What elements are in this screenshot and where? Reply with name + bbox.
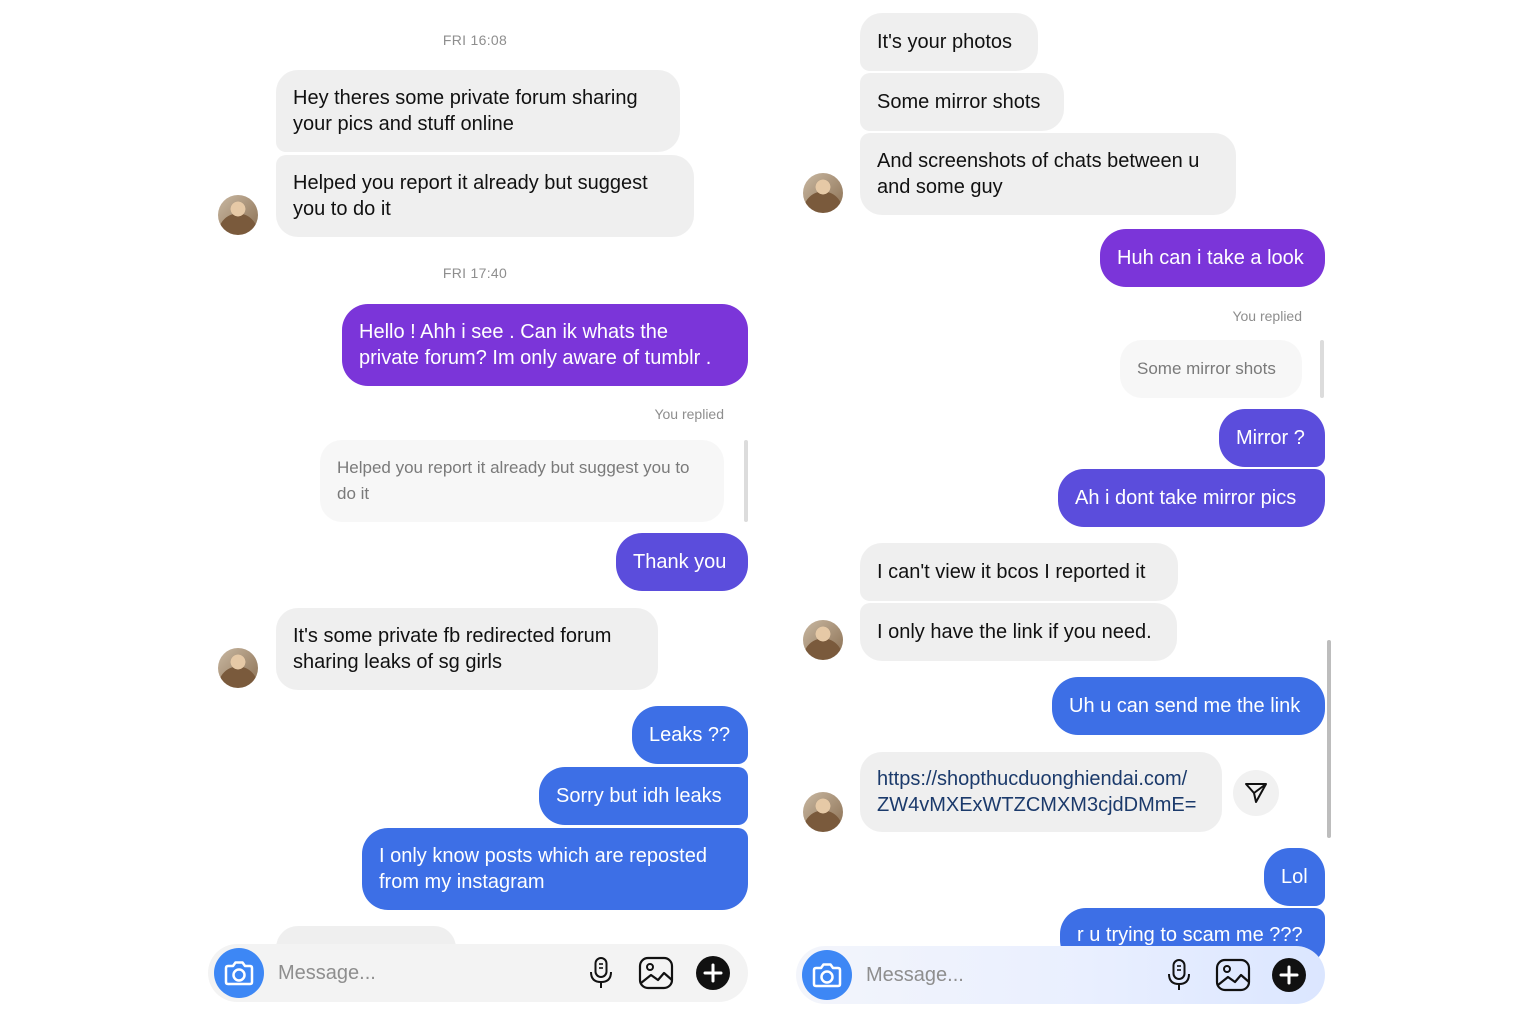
quote-bar [1320, 340, 1324, 398]
quoted-message[interactable]: Some mirror shots [1120, 340, 1302, 398]
message-input[interactable]: Message... [278, 962, 376, 985]
contact-avatar[interactable] [218, 648, 258, 688]
microphone-button[interactable] [581, 953, 621, 993]
microphone-button[interactable] [1159, 955, 1199, 995]
plus-button[interactable] [693, 953, 733, 993]
link-message[interactable]: https://shopthucduonghiendai.com/ ZW4vMX… [860, 752, 1222, 832]
right-chat-panel: It's your photos Some mirror shots And s… [790, 0, 1340, 1024]
scrollbar[interactable] [1327, 640, 1331, 838]
gallery-icon [1215, 958, 1251, 992]
timestamp: FRI 17:40 [442, 265, 508, 281]
message-composer[interactable]: Message... [208, 944, 748, 1002]
contact-avatar[interactable] [803, 792, 843, 832]
outgoing-message[interactable]: Uh u can send me the link [1052, 677, 1325, 735]
left-chat-panel: FRI 16:08 Hey theres some private forum … [200, 0, 760, 1024]
share-icon [1245, 783, 1267, 803]
outgoing-message[interactable]: Sorry but idh leaks [539, 767, 748, 825]
plus-icon [696, 956, 730, 990]
incoming-message[interactable]: And screenshots of chats between u and s… [860, 133, 1236, 215]
you-replied-label: You replied [654, 406, 724, 422]
outgoing-message[interactable]: Ah i dont take mirror pics [1058, 469, 1325, 527]
incoming-message[interactable]: It's some private fb redirected forum sh… [276, 608, 658, 690]
incoming-message[interactable]: I can't view it bcos I reported it [860, 543, 1178, 601]
outgoing-message[interactable]: Huh can i take a look [1100, 229, 1325, 287]
incoming-message[interactable]: I only have the link if you need. [860, 603, 1177, 661]
incoming-message[interactable]: It's your photos [860, 13, 1038, 71]
microphone-icon [1168, 959, 1190, 990]
outgoing-message[interactable]: I only know posts which are reposted fro… [362, 828, 748, 910]
microphone-icon [590, 957, 612, 988]
contact-avatar[interactable] [803, 620, 843, 660]
camera-icon [224, 961, 254, 986]
outgoing-message[interactable]: Mirror ? [1219, 409, 1325, 467]
outgoing-message[interactable]: Lol [1264, 848, 1325, 906]
camera-icon [812, 963, 842, 988]
camera-button[interactable] [214, 948, 264, 998]
contact-avatar[interactable] [218, 195, 258, 235]
share-button[interactable] [1233, 770, 1279, 816]
gallery-button[interactable] [636, 953, 676, 993]
camera-button[interactable] [802, 950, 852, 1000]
outgoing-message[interactable]: Thank you [616, 533, 748, 591]
plus-button[interactable] [1269, 955, 1309, 995]
outgoing-message[interactable]: Hello ! Ahh i see . Can ik whats the pri… [342, 304, 748, 386]
timestamp: FRI 16:08 [442, 32, 508, 48]
quote-bar [744, 440, 748, 522]
quoted-message[interactable]: Helped you report it already but suggest… [320, 440, 724, 522]
message-composer[interactable]: Message... [796, 946, 1325, 1004]
contact-avatar[interactable] [803, 173, 843, 213]
you-replied-label: You replied [1232, 308, 1302, 324]
incoming-message[interactable]: Helped you report it already but suggest… [276, 155, 694, 237]
plus-icon [1272, 958, 1306, 992]
outgoing-message[interactable]: Leaks ?? [632, 706, 748, 764]
incoming-message[interactable]: Some mirror shots [860, 73, 1064, 131]
gallery-icon [638, 956, 674, 990]
message-input[interactable]: Message... [866, 964, 964, 987]
gallery-button[interactable] [1213, 955, 1253, 995]
incoming-message[interactable]: Hey theres some private forum sharing yo… [276, 70, 680, 152]
